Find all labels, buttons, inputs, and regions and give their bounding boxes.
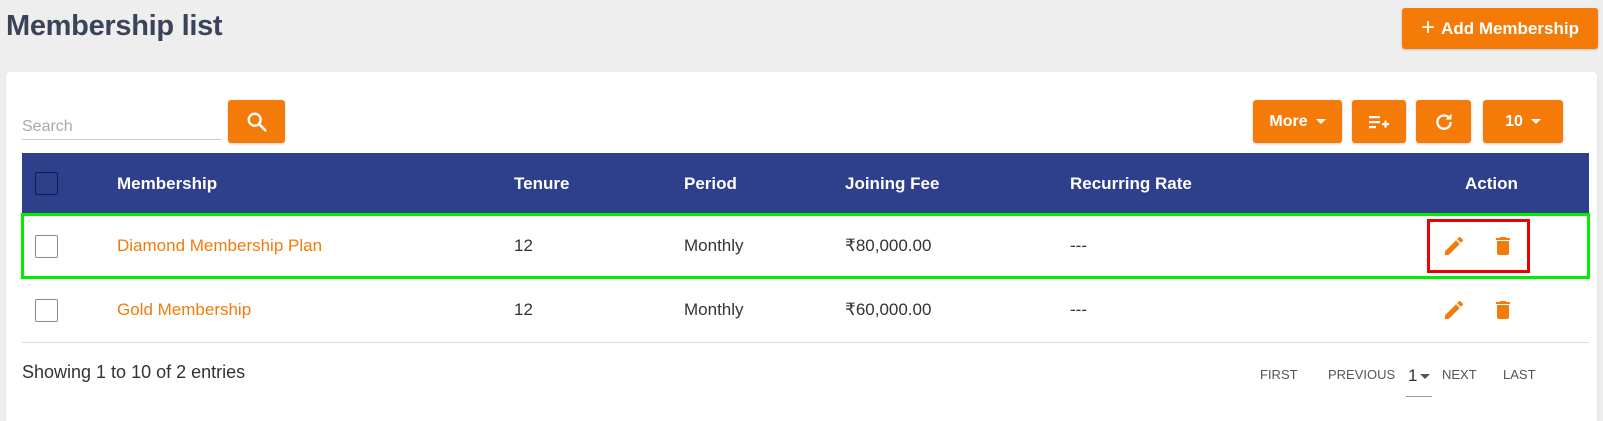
row-actions — [1442, 298, 1515, 322]
column-header-action: Action — [1465, 173, 1518, 193]
row-checkbox[interactable] — [35, 234, 58, 258]
period-cell: Monthly — [684, 300, 744, 319]
add-membership-label: Add Membership — [1441, 18, 1579, 38]
joining-fee-cell: ₹60,000.00 — [845, 300, 932, 319]
column-header-period[interactable]: Period — [684, 153, 737, 214]
add-membership-button[interactable]: + Add Membership — [1402, 8, 1598, 49]
last-page-link[interactable]: LAST — [1503, 367, 1536, 382]
page-size-label: 10 — [1505, 112, 1523, 130]
column-header-joining-fee[interactable]: Joining Fee — [845, 153, 939, 214]
membership-name-link[interactable]: Diamond Membership Plan — [117, 214, 322, 278]
search-icon — [247, 112, 267, 132]
page-size-dropdown[interactable]: 10 — [1483, 100, 1563, 143]
previous-page-link[interactable]: PREVIOUS — [1328, 367, 1395, 382]
membership-table: Membership Tenure Period Joining Fee Rec… — [21, 153, 1590, 343]
period-cell: Monthly — [684, 236, 744, 255]
recurring-rate-cell: --- — [1070, 300, 1087, 319]
table-row: Diamond Membership Plan 12 Monthly ₹80,0… — [21, 213, 1590, 279]
caret-down-icon — [1530, 119, 1541, 124]
tenure-cell: 12 — [514, 236, 533, 255]
row-actions — [1427, 219, 1530, 273]
page-title: Membership list — [6, 10, 223, 42]
next-page-link[interactable]: NEXT — [1442, 367, 1477, 382]
edit-icon[interactable] — [1442, 298, 1466, 322]
entries-summary: Showing 1 to 10 of 2 entries — [22, 362, 246, 382]
edit-icon[interactable] — [1442, 234, 1466, 258]
add-column-button[interactable] — [1352, 100, 1406, 143]
search-input[interactable] — [22, 100, 222, 139]
row-checkbox[interactable] — [35, 298, 58, 322]
table-divider — [22, 342, 1589, 343]
membership-name-link[interactable]: Gold Membership — [117, 278, 251, 342]
column-header-membership[interactable]: Membership — [117, 153, 217, 214]
trash-icon[interactable] — [1491, 298, 1515, 322]
column-header-tenure[interactable]: Tenure — [514, 153, 569, 214]
tenure-cell: 12 — [514, 300, 533, 319]
table-row: Gold Membership 12 Monthly ₹60,000.00 --… — [22, 278, 1589, 342]
refresh-icon — [1435, 113, 1452, 130]
plus-icon: + — [1421, 13, 1436, 41]
caret-down-icon — [1315, 119, 1326, 124]
search-field — [22, 100, 222, 140]
more-dropdown-button[interactable]: More — [1253, 100, 1342, 143]
membership-card: More 10 Membership Tenure Period Joining… — [6, 72, 1597, 421]
recurring-rate-cell: --- — [1070, 236, 1087, 255]
search-button[interactable] — [228, 100, 285, 143]
current-page-value: 1 — [1408, 366, 1418, 385]
playlist-add-icon — [1369, 115, 1389, 128]
refresh-button[interactable] — [1416, 100, 1471, 143]
trash-icon[interactable] — [1491, 234, 1515, 258]
caret-down-icon — [1420, 374, 1431, 379]
page-number-select[interactable]: 1 — [1406, 364, 1432, 397]
more-label: More — [1269, 112, 1308, 130]
select-all-checkbox[interactable] — [35, 172, 58, 195]
column-header-recurring-rate[interactable]: Recurring Rate — [1070, 153, 1192, 214]
first-page-link[interactable]: FIRST — [1260, 367, 1298, 382]
table-header: Membership Tenure Period Joining Fee Rec… — [22, 153, 1589, 214]
joining-fee-cell: ₹80,000.00 — [845, 236, 932, 255]
